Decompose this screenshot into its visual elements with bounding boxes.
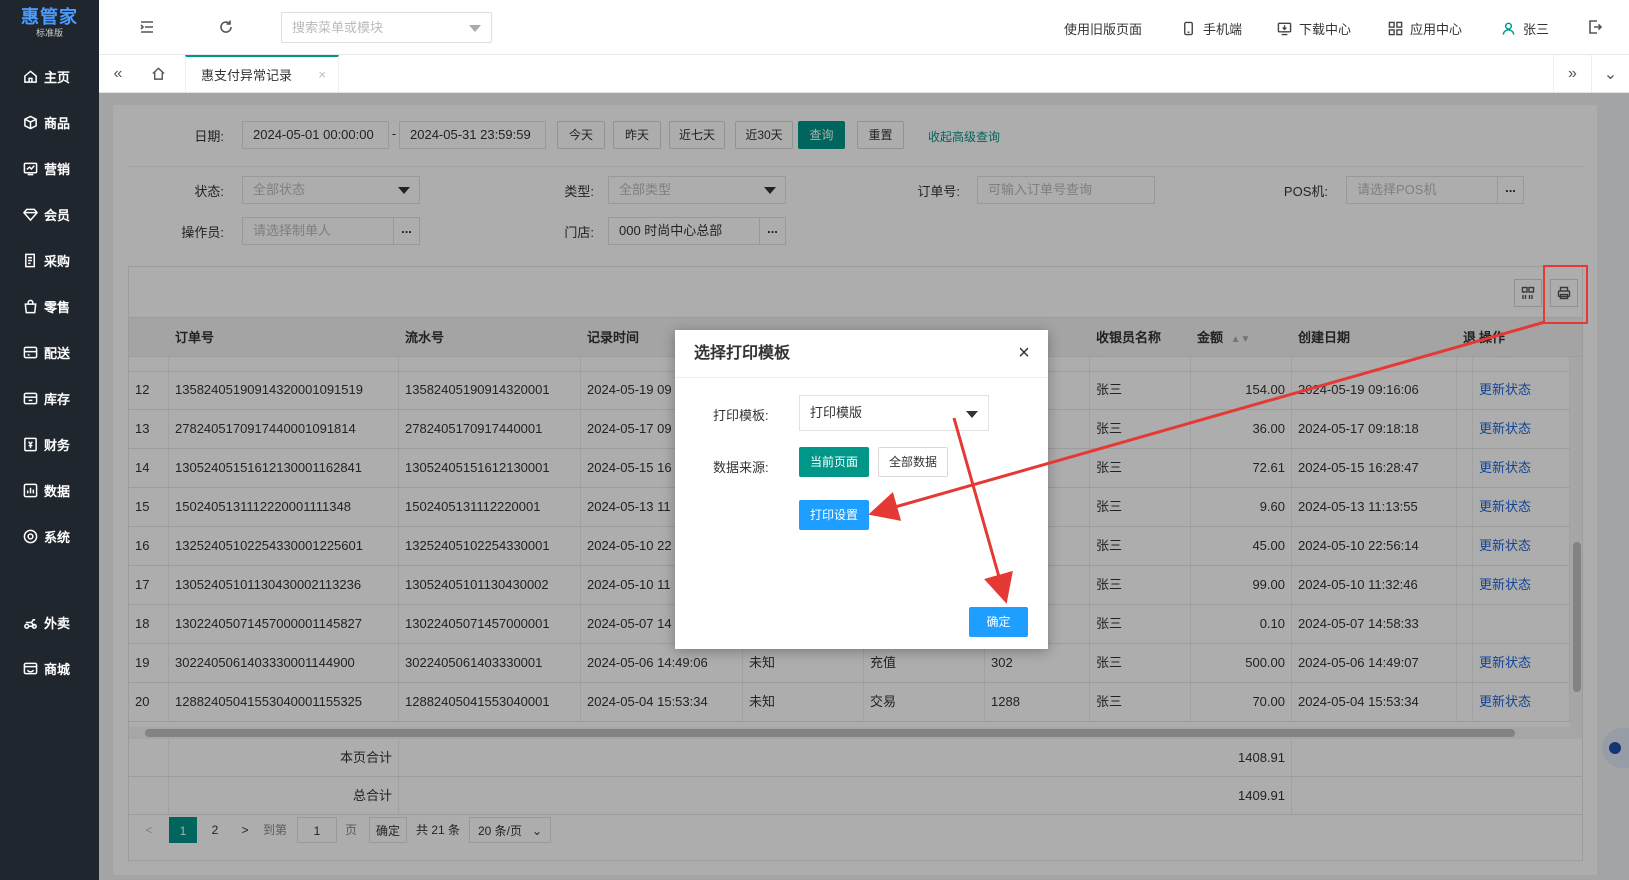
print-template-dialog: 选择打印模板 × 打印模板: 打印模版 数据来源: 当前页面 全部数据 打印设置… [675,330,1048,649]
sidebar-item-purchase[interactable]: 采购 [0,240,99,280]
sidebar-item-label: 配送 [44,345,71,361]
bag-icon [22,298,38,314]
search-placeholder: 搜索菜单或模块 [292,20,384,35]
annotation-highlight-box [1543,265,1588,324]
menu-search-input[interactable]: 搜索菜单或模块 [281,12,492,43]
sidebar-item-mall[interactable]: 商城 [0,648,99,688]
print-settings-button[interactable]: 打印设置 [799,500,869,530]
sidebar-item-label: 会员 [44,207,71,223]
app-center-link[interactable]: 应用中心 [1388,18,1462,38]
user-menu[interactable]: 张三 [1501,18,1549,38]
sidebar-item-delivery[interactable]: 配送 [0,332,99,372]
dialog-confirm-button[interactable]: 确定 [969,607,1028,637]
sidebar-item-label: 数据 [44,483,71,499]
tabs-bar: « 惠支付异常记录 × » ⌄ [99,55,1629,93]
tab-payment-exceptions[interactable]: 惠支付异常记录 × [185,55,339,92]
old-version-label: 使用旧版页面 [1064,21,1143,37]
sidebar-item-label: 商城 [44,661,71,677]
source-label: 数据来源: [713,460,769,475]
template-select[interactable]: 打印模版 [799,395,989,431]
box-icon [22,114,38,130]
chevron-down-icon [469,25,481,32]
logo-sub: 标准版 [35,28,63,38]
sidebar-item-inventory[interactable]: 库存 [0,378,99,418]
sidebar-item-label: 主页 [44,69,71,85]
dialog-title: 选择打印模板 [675,330,1048,378]
sidebar-item-goods[interactable]: 商品 [0,102,99,142]
sidebar-item-marketing[interactable]: 营销 [0,148,99,188]
finance-icon [22,436,38,452]
logout-icon[interactable] [1585,17,1605,37]
close-icon[interactable]: × [1014,343,1034,364]
sidebar-item-system[interactable]: 系统 [0,516,99,556]
chart-icon [22,160,38,176]
apps-label: 应用中心 [1410,21,1463,37]
sidebar-item-label: 外卖 [44,615,71,631]
user-name: 张三 [1523,21,1550,37]
tabs-scroll-left-icon[interactable]: « [99,55,137,92]
logo-main: 惠管家 [21,7,78,27]
home-icon [22,68,38,84]
refresh-icon[interactable] [216,17,236,37]
close-icon[interactable]: × [318,67,326,82]
delivery-icon [22,344,38,360]
mobile-link[interactable]: 手机端 [1181,18,1242,38]
sidebar-item-home[interactable]: 主页 [0,56,99,96]
sidebar-item-takeout[interactable]: 外卖 [0,602,99,642]
template-label: 打印模板: [713,408,769,423]
mall-icon [22,660,38,676]
sidebar-item-label: 商品 [44,115,71,131]
takeout-icon [22,614,38,630]
diamond-icon [22,206,38,222]
sidebar-item-member[interactable]: 会员 [0,194,99,234]
old-version-link[interactable]: 使用旧版页面 [1064,18,1142,38]
all-data-button[interactable]: 全部数据 [878,447,948,477]
sidebar-item-label: 采购 [44,253,71,269]
home-tab-icon[interactable] [139,55,177,92]
sidebar: 惠管家 标准版 主页 商品 营销 会员 采购 零售 配送 库存 财务 数据 系统… [0,0,99,880]
chevron-down-icon[interactable]: ⌄ [1591,55,1629,92]
mobile-label: 手机端 [1203,21,1243,37]
menu-toggle-icon[interactable] [137,17,157,37]
sidebar-item-label: 库存 [44,391,71,407]
sidebar-item-finance[interactable]: 财务 [0,424,99,464]
purchase-icon [22,252,38,268]
sidebar-item-label: 财务 [44,437,71,453]
sidebar-item-data[interactable]: 数据 [0,470,99,510]
logo: 惠管家 标准版 [0,0,99,46]
download-label: 下载中心 [1299,21,1352,37]
settings-icon [22,528,38,544]
user-icon [1502,22,1515,35]
sidebar-item-label: 营销 [44,161,71,177]
template-value: 打印模版 [810,405,863,420]
top-header: 搜索菜单或模块 使用旧版页面 手机端 下载中心 应用中心 张三 [99,0,1629,55]
apps-icon [1388,21,1403,35]
sidebar-item-retail[interactable]: 零售 [0,286,99,326]
current-page-button[interactable]: 当前页面 [799,447,869,477]
sidebar-item-label: 零售 [44,299,71,315]
tab-label: 惠支付异常记录 [201,68,293,83]
download-icon [1277,22,1292,35]
download-center-link[interactable]: 下载中心 [1277,18,1351,38]
mobile-icon [1184,21,1193,35]
data-icon [22,482,38,498]
sidebar-item-label: 系统 [44,529,71,545]
inventory-icon [22,390,38,406]
tabs-scroll-right-icon[interactable]: » [1553,55,1591,92]
chevron-down-icon [966,411,978,418]
